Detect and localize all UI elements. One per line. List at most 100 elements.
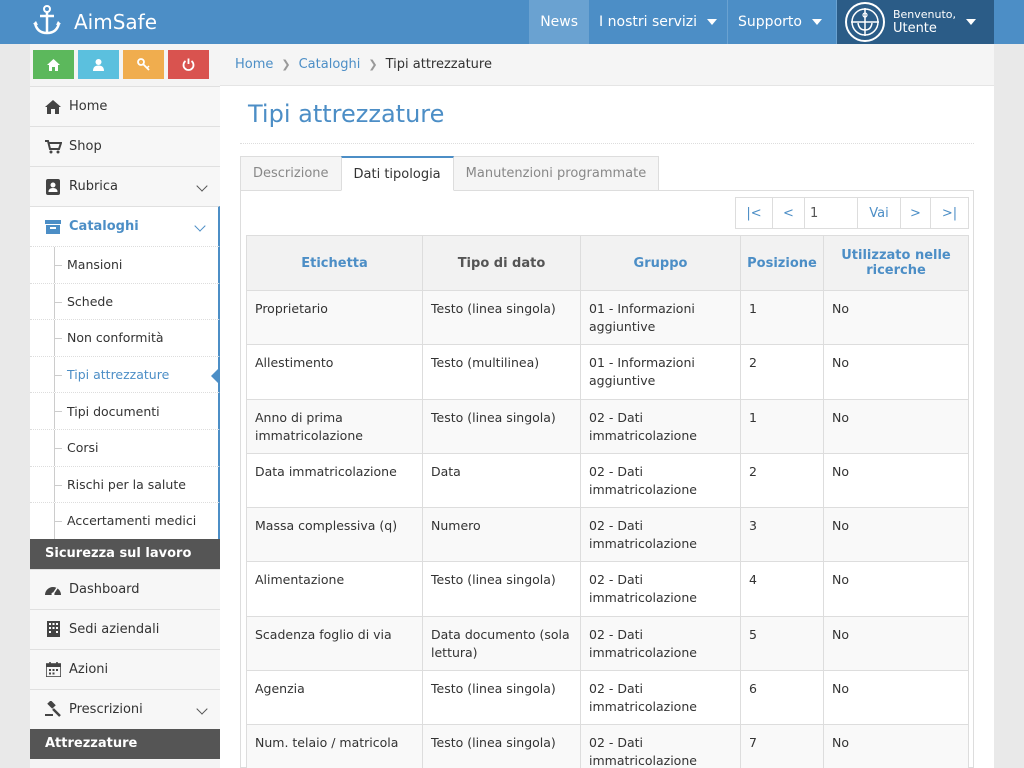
column-header-ricerche[interactable]: Utilizzato nelle ricerche [823,235,969,291]
breadcrumb-current: Tipi attrezzature [385,57,492,72]
sidebar-item-sedi[interactable]: Sedi aziendali [30,608,220,649]
sidebar-item-rubrica[interactable]: Rubrica [30,166,220,206]
nav-supporto[interactable]: Supporto [727,0,836,44]
last-page-button[interactable]: >| [930,197,969,229]
cell-tipo: Numero [422,507,581,563]
sidebar-item-label: Shop [69,139,102,154]
cell-gruppo: 01 - Informazioni aggiuntive [580,344,741,400]
table-row[interactable]: Alimentazione Testo (linea singola) 02 -… [246,561,969,617]
table-row[interactable]: Agenzia Testo (linea singola) 02 - Dati … [246,670,969,726]
table-header-row: Etichetta Tipo di dato Gruppo Posizione … [246,235,969,291]
cell-gruppo: 02 - Dati immatricolazione [580,724,741,768]
table-row[interactable]: Allestimento Testo (multilinea) 01 - Inf… [246,344,969,400]
cell-ricerche: No [823,670,969,726]
home-icon [47,58,60,71]
key-shortcut-button[interactable] [123,50,164,79]
cell-tipo: Testo (linea singola) [422,724,581,768]
cell-tipo: Data documento (sola lettura) [422,615,581,672]
power-shortcut-button[interactable] [168,50,209,79]
nav-news[interactable]: News [529,0,589,44]
tab-dati-tipologia[interactable]: Dati tipologia [340,156,454,191]
table-row[interactable]: Proprietario Testo (linea singola) 01 - … [246,289,969,346]
cell-gruppo: 02 - Dati immatricolazione [580,615,741,672]
cell-ricerche: No [823,507,969,563]
user-menu[interactable]: Benvenuto, Utente [835,0,994,44]
cell-tipo: Testo (linea singola) [422,289,581,346]
first-page-button[interactable]: |< [735,197,773,229]
submenu-item-accertamenti[interactable]: Accertamenti medici [30,502,220,539]
sidebar-item-prescrizioni[interactable]: Prescrizioni [30,688,220,729]
go-button[interactable]: Vai [857,197,901,229]
cell-etichetta: Alimentazione [246,561,423,617]
breadcrumb-home[interactable]: Home [235,57,273,72]
shortcut-bar [30,44,220,86]
user-name: Utente [892,20,937,36]
sidebar-item-shop[interactable]: Shop [30,126,220,166]
submenu-label: Rischi per la salute [67,476,186,492]
tab-manutenzioni[interactable]: Manutenzioni programmate [452,156,660,191]
sidebar-item-home[interactable]: Home [30,86,220,126]
submenu-label: Non conformità [67,330,164,346]
user-shortcut-button[interactable] [78,50,119,79]
chevron-down-icon [196,703,208,715]
page-number-input[interactable]: 1 [804,197,858,229]
cell-etichetta: Allestimento [246,344,423,400]
data-table: Etichetta Tipo di dato Gruppo Posizione … [246,235,969,768]
column-header-posizione[interactable]: Posizione [740,235,824,291]
cell-ricerche: No [823,452,969,509]
app-name: AimSafe [74,10,158,34]
sidebar-item-azioni[interactable]: Azioni [30,648,220,689]
next-page-button[interactable]: > [900,197,931,229]
cell-etichetta: Massa complessiva (q) [246,507,423,563]
nav-servizi-label: I nostri servizi [599,14,698,30]
sidebar-item-label: Rubrica [69,179,119,194]
cell-etichetta: Scadenza foglio di via [246,615,423,672]
column-header-gruppo[interactable]: Gruppo [580,235,741,291]
cell-ricerche: No [823,289,969,346]
caret-down-icon [707,19,718,25]
gavel-icon [44,700,62,718]
sidebar-item-cataloghi[interactable]: Cataloghi [30,206,220,246]
table-row[interactable]: Num. telaio / matricola Testo (linea sin… [246,724,969,768]
table-row[interactable]: Massa complessiva (q) Numero 02 - Dati i… [246,507,969,563]
tab-descrizione[interactable]: Descrizione [240,156,342,191]
column-header-etichetta[interactable]: Etichetta [246,235,423,291]
submenu-item-tipi-attrezzature[interactable]: Tipi attrezzature [30,355,220,393]
sidebar-item-dashboard[interactable]: Dashboard [30,568,220,609]
divider [240,143,974,144]
table-row[interactable]: Data immatricolazione Data 02 - Dati imm… [246,452,969,509]
submenu-item-mansioni[interactable]: Mansioni [30,246,220,283]
cell-etichetta: Anno di prima immatricolazione [246,398,423,454]
prev-page-button[interactable]: < [772,197,805,229]
cell-gruppo: 01 - Informazioni aggiuntive [580,289,741,346]
submenu-item-corsi[interactable]: Corsi [30,428,220,466]
submenu-item-schede[interactable]: Schede [30,282,220,320]
nav-servizi[interactable]: I nostri servizi [588,0,727,44]
table-row[interactable]: Anno di prima immatricolazione Testo (li… [246,398,969,454]
submenu-item-rischi[interactable]: Rischi per la salute [30,465,220,503]
brand[interactable]: AimSafe [30,0,157,44]
main-content: Home ❯ Cataloghi ❯ Tipi attrezzature Tip… [220,44,994,768]
key-icon [137,58,150,71]
cell-gruppo: 02 - Dati immatricolazione [580,452,741,509]
nav-news-label: News [540,14,579,30]
section-header-attrezzature: Attrezzature [30,728,220,759]
submenu-item-non-conformita[interactable]: Non conformità [30,319,220,356]
breadcrumb-cataloghi[interactable]: Cataloghi [299,57,361,72]
anchor-logo-icon [30,3,64,41]
cell-etichetta: Num. telaio / matricola [246,724,423,768]
home-shortcut-button[interactable] [33,50,74,79]
submenu-item-tipi-documenti[interactable]: Tipi documenti [30,392,220,429]
cell-posizione: 2 [740,452,824,509]
cell-ricerche: No [823,724,969,768]
table-row[interactable]: Scadenza foglio di via Data documento (s… [246,615,969,672]
cell-tipo: Data [422,452,581,509]
sidebar-item-label: Prescrizioni [69,701,143,717]
cell-tipo: Testo (linea singola) [422,670,581,726]
submenu-label: Tipi documenti [67,403,160,419]
section-header-sicurezza: Sicurezza sul lavoro [30,538,220,569]
cell-etichetta: Agenzia [246,670,423,726]
data-table-wrapper: Etichetta Tipo di dato Gruppo Posizione … [246,235,969,768]
cell-posizione: 5 [740,615,824,672]
sidebar-item-label: Sedi aziendali [69,621,160,637]
